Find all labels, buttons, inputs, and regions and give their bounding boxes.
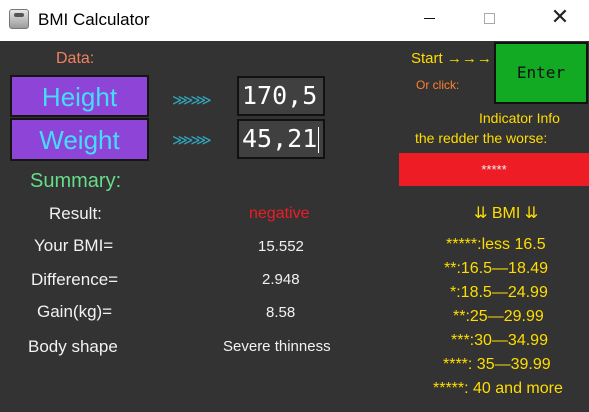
or-click-label: Or click:	[416, 78, 460, 92]
result-value: negative	[249, 205, 310, 222]
bmi-legend-item: *****: 40 and more	[433, 380, 563, 397]
maximize-icon	[483, 12, 495, 24]
body-shape-value: Severe thinness	[223, 338, 331, 355]
bmi-legend-item: *:18.5—24.99	[450, 284, 548, 301]
result-label: Result:	[49, 204, 102, 223]
enter-button[interactable]: Enter	[494, 42, 588, 104]
minimize-icon	[423, 17, 435, 19]
height-input-value: 170,5	[242, 81, 318, 110]
start-label: Start →→→	[411, 50, 492, 67]
weight-input-value: 45,21	[242, 124, 318, 153]
bmi-legend-heading: ⇊ BMI ⇊	[474, 205, 539, 222]
height-input[interactable]: 170,5	[237, 76, 325, 116]
difference-value: 2.948	[262, 271, 300, 288]
app-window: BMI Calculator ✕ Data: Height Weight ⋙⋙ …	[0, 0, 589, 412]
close-icon: ✕	[550, 5, 570, 30]
weight-button[interactable]: Weight	[10, 118, 149, 161]
bmi-legend-item: **:25—29.99	[453, 308, 544, 325]
body-shape-label: Body shape	[28, 337, 118, 356]
bmi-legend-item: ***:30—34.99	[451, 332, 548, 349]
difference-label: Difference=	[31, 270, 119, 289]
maximize-button[interactable]	[466, 0, 512, 36]
height-arrows-icon: ⋙⋙	[172, 91, 212, 109]
data-heading: Data:	[56, 50, 95, 67]
weight-arrows-icon: ⋙⋙	[172, 131, 212, 149]
bmi-legend-item: **:16.5—18.49	[444, 260, 549, 277]
bmi-label: Your BMI=	[34, 236, 114, 255]
gain-value: 8.58	[266, 304, 296, 321]
weight-input[interactable]: 45,21	[237, 119, 325, 159]
bmi-legend-item: ****: 35—39.99	[443, 356, 551, 373]
bmi-legend-item: *****:less 16.5	[446, 236, 546, 253]
height-button[interactable]: Height	[10, 75, 149, 117]
title-bar[interactable]: BMI Calculator ✕	[0, 0, 589, 41]
scale-app-icon	[9, 9, 29, 29]
indicator-hint-label: the redder the worse:	[415, 130, 548, 146]
bmi-value: 15.552	[258, 238, 304, 255]
bmi-indicator-bar: *****	[399, 153, 589, 186]
text-cursor	[318, 127, 320, 153]
minimize-button[interactable]	[406, 0, 452, 36]
gain-label: Gain(kg)=	[37, 302, 113, 321]
indicator-info-label: Indicator Info	[479, 110, 560, 126]
close-button[interactable]: ✕	[537, 0, 583, 36]
window-title: BMI Calculator	[38, 10, 150, 29]
summary-heading: Summary:	[30, 170, 122, 192]
